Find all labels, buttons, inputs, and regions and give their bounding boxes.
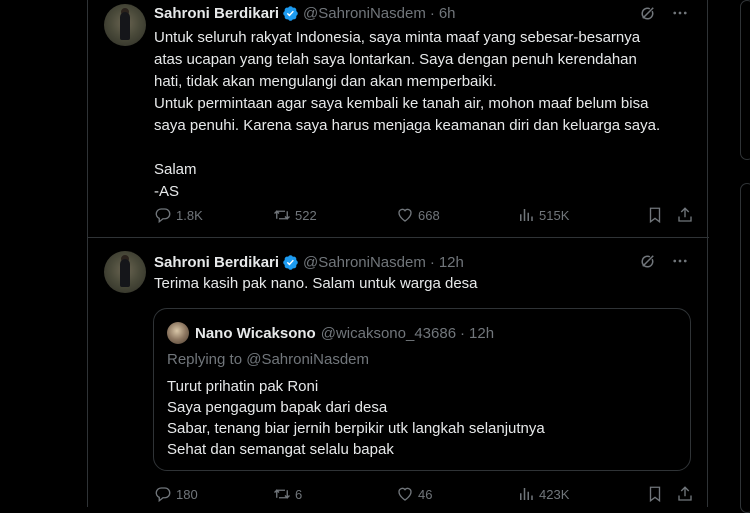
replying-to-label: Replying to @SahroniNasdem [167,351,369,368]
like-count: 46 [418,486,433,502]
reply-count: 180 [176,486,198,502]
author-handle[interactable]: @SahroniNasdem [303,254,426,271]
share-button[interactable] [676,485,694,503]
views-count: 515K [539,207,570,223]
repost-icon [274,210,290,220]
share-button[interactable] [676,206,694,224]
separator: · [429,253,435,271]
repost-button[interactable]: 6 [273,485,396,503]
like-button[interactable]: 46 [396,485,517,503]
share-icon [678,486,692,501]
repost-button[interactable]: 522 [273,206,396,224]
views-icon [520,488,533,500]
share-icon [678,207,692,222]
bookmark-button[interactable] [646,485,676,503]
like-count: 668 [418,207,440,223]
bookmark-button[interactable] [646,206,676,224]
quoted-timestamp: 12h [469,324,495,342]
author-name[interactable]: Sahroni Berdikari [154,254,279,271]
separator: · [460,324,466,342]
quoted-author-name: Nano Wicaksono [195,324,316,342]
more-icon[interactable] [671,4,689,22]
sidebar-card-edge [740,0,750,160]
timestamp[interactable]: 12h [439,254,464,271]
bookmark-icon [649,207,661,224]
tweet-actions: 1.8K 522 668 515K [154,205,694,225]
quoted-author-handle: @wicaksono_43686 [320,324,457,342]
verified-badge-icon [283,254,298,270]
heart-icon [398,487,412,501]
tweet-header: Sahroni Berdikari @SahroniNasdem · 6h [154,3,456,23]
quoted-tweet-card[interactable]: Nano Wicaksono @wicaksono_43686 · 12h Re… [153,308,691,471]
grok-icon[interactable] [639,4,657,22]
repost-count: 522 [295,207,317,223]
quoted-avatar [167,322,189,344]
bookmark-icon [649,486,661,503]
author-name[interactable]: Sahroni Berdikari [154,5,279,22]
views-icon [520,209,533,221]
heart-icon [398,208,412,222]
like-button[interactable]: 668 [396,206,517,224]
reply-icon [155,487,171,503]
quoted-tweet-text: Turut prihatin pak Roni Saya pengagum ba… [167,378,545,458]
grok-icon[interactable] [639,252,657,270]
reply-button[interactable]: 180 [154,485,273,503]
avatar[interactable] [104,4,146,46]
verified-badge-icon [283,5,298,21]
tweet-actions: 180 6 46 423K [154,484,694,504]
reply-count: 1.8K [176,207,203,223]
more-icon[interactable] [671,252,689,270]
separator: · [429,4,435,22]
views-button[interactable]: 515K [517,206,646,224]
tweet-top-actions [639,4,689,22]
avatar[interactable] [104,251,146,293]
tweet-text: Untuk seluruh rakyat Indonesia, saya min… [154,29,661,200]
views-count: 423K [539,486,570,502]
tweet-text: Terima kasih pak nano. Salam untuk warga… [154,275,478,292]
quoted-tweet-header: Nano Wicaksono @wicaksono_43686 · 12h [167,322,494,344]
reply-icon [155,208,171,224]
views-button[interactable]: 423K [517,485,646,503]
reply-button[interactable]: 1.8K [154,206,273,224]
timestamp[interactable]: 6h [439,5,456,22]
sidebar-card-edge [740,183,750,513]
author-handle[interactable]: @SahroniNasdem [303,5,426,22]
repost-icon [274,489,290,499]
repost-count: 6 [295,486,303,502]
tweet-header: Sahroni Berdikari @SahroniNasdem · 12h [154,252,464,272]
tweet-top-actions [639,252,689,270]
tweet[interactable]: Sahroni Berdikari @SahroniNasdem · 6h Un… [88,0,709,238]
